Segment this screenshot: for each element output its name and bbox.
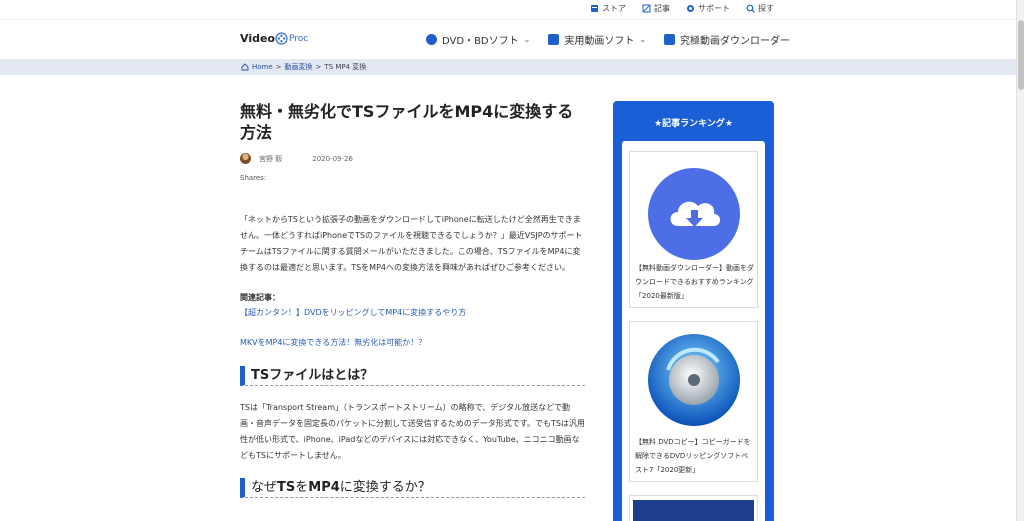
utility-link-article[interactable]: 記事 <box>642 3 670 14</box>
ts-description-paragraph: TSは「Transport Stream」（トランスポートストリーム）の略称で、… <box>240 403 585 460</box>
nav-video-software[interactable]: 実用動画ソフト ⌄ <box>548 32 646 47</box>
breadcrumb-current: TS MP4 変換 <box>324 63 367 71</box>
video-icon <box>548 34 560 45</box>
ranking-card-thumbnail <box>633 500 754 521</box>
store-icon <box>590 4 599 13</box>
utility-links: ストア 記事 サポート 探す <box>590 3 774 14</box>
nav-dvd-bd-software[interactable]: DVD・BDソフト ⌄ <box>426 32 530 47</box>
author-name[interactable]: 宮野 毅 <box>259 154 282 164</box>
section-heading-what-is-ts: TSファイルはとは？ <box>240 366 585 386</box>
support-icon <box>686 4 695 13</box>
utility-link-support[interactable]: サポート <box>686 3 730 14</box>
article-ranking-widget: ★記事ランキング★ 【無料動画ダウンローダー】動画をダウンロードできるおすすめラ… <box>613 101 774 521</box>
page-title: 無料・無劣化でTSファイルをMP4に変換する方法 <box>240 102 574 142</box>
main-nav: DVD・BDソフト ⌄ 実用動画ソフト ⌄ 究極動画ダウンローダー <box>426 32 790 47</box>
ranking-list: 【無料動画ダウンローダー】動画をダウンロードできるおすすめランキング「2020最… <box>622 141 765 521</box>
ranking-card-downloader[interactable]: 【無料動画ダウンローダー】動画をダウンロードできるおすすめランキング「2020最… <box>629 151 758 308</box>
section-heading-why-convert: なぜTSをMP4に変換するか？ <box>240 478 585 498</box>
shares-label: Shares: <box>240 174 267 182</box>
related-link-dvd-mp4[interactable]: 【超カンタン！】DVDをリッピングしてMP4に変換するやり方 <box>240 305 585 320</box>
site-logo[interactable]: Video Proc <box>240 32 308 45</box>
related-label: 関連記事： <box>240 293 280 302</box>
utility-link-store[interactable]: ストア <box>590 3 626 14</box>
breadcrumb: Home > 動画変換 > TS MP4 変換 <box>241 62 366 72</box>
utility-link-search[interactable]: 探す <box>746 3 774 14</box>
breadcrumb-home[interactable]: Home <box>252 63 273 71</box>
scrollbar-thumb[interactable] <box>1018 20 1024 90</box>
publish-date: 2020-09-26 <box>312 154 353 163</box>
download-icon <box>664 34 676 45</box>
site-header: Video Proc DVD・BDソフト ⌄ 実用動画ソフト ⌄ 究極動画ダウン… <box>0 20 1016 60</box>
chevron-down-icon: ⌄ <box>523 35 531 44</box>
dvd-icon <box>426 34 437 45</box>
related-articles: 関連記事： 【超カンタン！】DVDをリッピングしてMP4に変換するやり方 MKV… <box>240 290 585 350</box>
chevron-down-icon: ⌄ <box>639 35 647 44</box>
ranking-card-third[interactable] <box>629 495 758 521</box>
article-meta: 宮野 毅 2020-09-26 <box>240 153 585 164</box>
avatar <box>240 153 251 164</box>
article: 無料・無劣化でTSファイルをMP4に変換する方法 宮野 毅 2020-09-26… <box>240 101 585 498</box>
page-scrollbar[interactable] <box>1016 0 1024 521</box>
ranking-card-caption: 【無料動画ダウンローダー】動画をダウンロードできるおすすめランキング「2020最… <box>635 264 754 300</box>
article-icon <box>642 4 651 13</box>
breadcrumb-bar: Home > 動画変換 > TS MP4 変換 <box>0 60 1016 75</box>
top-utility-bar: ストア 記事 サポート 探す <box>0 0 1016 20</box>
logo-reel-icon <box>275 32 288 45</box>
nav-video-downloader[interactable]: 究極動画ダウンローダー <box>664 32 790 47</box>
related-link-mkv-mp4[interactable]: MKVをMP4に変換できる方法！無劣化は可能か！？ <box>240 335 585 350</box>
search-icon <box>746 4 755 13</box>
home-icon <box>241 63 249 71</box>
disc-icon <box>638 330 750 430</box>
cloud-download-icon <box>648 168 740 260</box>
breadcrumb-video-convert[interactable]: 動画変換 <box>285 62 313 72</box>
ranking-card-dvd-copy[interactable]: 【無料 DVDコピー】コピーガードを解除できるDVDリッピングソフトベスト7「2… <box>629 321 758 482</box>
ranking-title: ★記事ランキング★ <box>654 119 733 129</box>
ranking-card-caption: 【無料 DVDコピー】コピーガードを解除できるDVDリッピングソフトベスト7「2… <box>635 438 751 474</box>
intro-paragraph: 「ネットからTSという拡張子の動画をダウンロードしてiPhoneに転送したけど全… <box>240 215 583 272</box>
